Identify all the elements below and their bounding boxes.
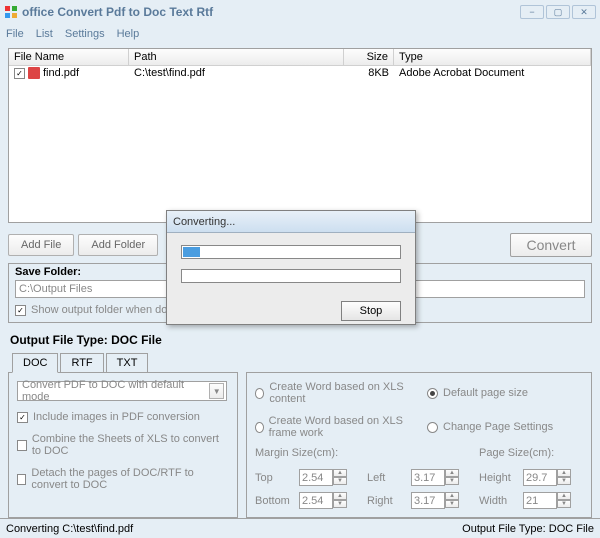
margin-right-input[interactable] [411,492,445,509]
radio-default-page[interactable] [427,388,438,399]
options-left-panel: Convert PDF to DOC with default mode ▼ ✓… [8,372,238,518]
convert-mode-select[interactable]: Convert PDF to DOC with default mode ▼ [17,381,227,401]
margin-size-label: Margin Size(cm): [255,447,347,459]
chevron-down-icon: ▼ [209,383,224,399]
progress-bar-2 [181,269,401,283]
margin-bottom-spinner[interactable]: ▲▼ [333,492,347,509]
convert-button[interactable]: Convert [510,233,592,257]
convert-mode-value: Convert PDF to DOC with default mode [22,379,209,403]
cell-filename: find.pdf [43,67,79,79]
margin-right-spinner[interactable]: ▲▼ [445,492,459,509]
margin-left-input[interactable] [411,469,445,486]
pdf-icon [28,67,40,79]
radio-change-page[interactable] [427,422,438,433]
combine-sheets-label: Combine the Sheets of XLS to convert to … [32,433,229,457]
window-title: office Convert Pdf to Doc Text Rtf [22,5,520,19]
show-output-checkbox[interactable]: ✓ [15,305,26,316]
dialog-title: Converting... [167,211,415,233]
col-header-size[interactable]: Size [344,49,394,65]
top-label: Top [255,472,293,484]
output-file-type-label: Output File Type: DOC File [10,333,592,347]
col-header-path[interactable]: Path [129,49,344,65]
combine-sheets-checkbox[interactable] [17,440,27,451]
close-button[interactable]: ✕ [572,5,596,19]
file-table: File Name Path Size Type ✓ find.pdf C:\t… [8,48,592,223]
radio-change-page-label: Change Page Settings [443,421,553,433]
table-row[interactable]: ✓ find.pdf C:\test\find.pdf 8KB Adobe Ac… [9,66,591,80]
tab-txt[interactable]: TXT [106,353,149,373]
page-width-spinner[interactable]: ▲▼ [557,492,571,509]
include-images-label: Include images in PDF conversion [33,411,200,423]
cell-size: 8KB [344,67,394,79]
page-size-label: Page Size(cm): [479,447,571,459]
right-label: Right [367,495,405,507]
status-right: Output File Type: DOC File [462,523,594,535]
radio-xls-content-label: Create Word based on XLS content [269,381,411,405]
page-height-spinner[interactable]: ▲▼ [557,469,571,486]
add-folder-button[interactable]: Add Folder [78,234,158,256]
page-height-input[interactable] [523,469,557,486]
add-file-button[interactable]: Add File [8,234,74,256]
page-width-input[interactable] [523,492,557,509]
menubar: File List Settings Help [0,24,600,44]
left-label: Left [367,472,405,484]
row-checkbox[interactable]: ✓ [14,68,25,79]
bottom-label: Bottom [255,495,293,507]
radio-xls-frame-label: Create Word based on XLS frame work [269,415,411,439]
app-icon [4,5,18,19]
stop-button[interactable]: Stop [341,301,401,321]
table-header: File Name Path Size Type [9,49,591,66]
margin-bottom-input[interactable] [299,492,333,509]
margin-left-spinner[interactable]: ▲▼ [445,469,459,486]
margin-top-spinner[interactable]: ▲▼ [333,469,347,486]
cell-path: C:\test\find.pdf [129,67,344,79]
tab-doc[interactable]: DOC [12,353,58,373]
radio-xls-frame[interactable] [255,422,264,433]
menu-list[interactable]: List [36,28,53,40]
width-label: Width [479,495,517,507]
detach-pages-checkbox[interactable] [17,474,26,485]
maximize-button[interactable]: ▢ [546,5,570,19]
margin-top-input[interactable] [299,469,333,486]
cell-type: Adobe Acrobat Document [394,67,591,79]
radio-default-page-label: Default page size [443,387,528,399]
progress-bar-1 [181,245,401,259]
include-images-checkbox[interactable]: ✓ [17,412,28,423]
tab-rtf[interactable]: RTF [60,353,103,373]
menu-help[interactable]: Help [117,28,140,40]
show-output-label: Show output folder when done [31,304,180,316]
radio-xls-content[interactable] [255,388,264,399]
col-header-type[interactable]: Type [394,49,591,65]
height-label: Height [479,472,517,484]
col-header-filename[interactable]: File Name [9,49,129,65]
statusbar: Converting C:\test\find.pdf Output File … [0,518,600,538]
minimize-button[interactable]: − [520,5,544,19]
menu-file[interactable]: File [6,28,24,40]
options-right-panel: Create Word based on XLS content Default… [246,372,592,518]
titlebar: office Convert Pdf to Doc Text Rtf − ▢ ✕ [0,0,600,24]
menu-settings[interactable]: Settings [65,28,105,40]
detach-pages-label: Detach the pages of DOC/RTF to convert t… [31,467,229,491]
status-left: Converting C:\test\find.pdf [6,523,133,535]
converting-dialog: Converting... Stop [166,210,416,325]
